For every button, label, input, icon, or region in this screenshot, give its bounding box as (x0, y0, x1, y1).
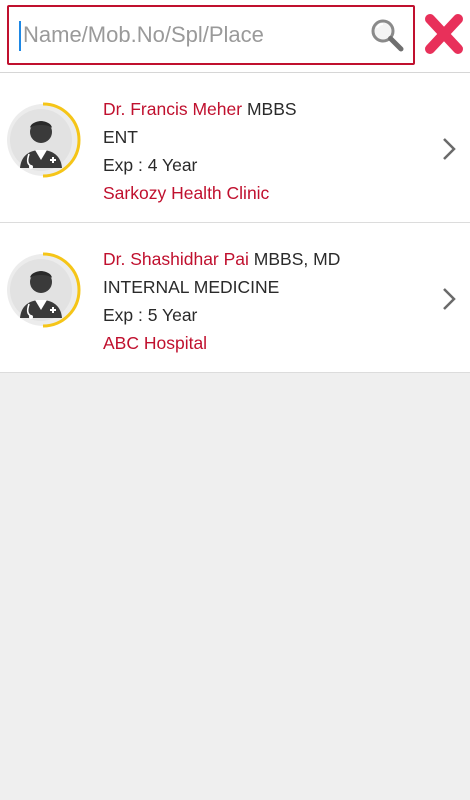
doctor-avatar-icon (7, 102, 81, 178)
search-icon[interactable] (369, 17, 405, 53)
chevron-right-icon[interactable] (440, 136, 458, 162)
doctor-specialty: ENT (103, 127, 138, 147)
chevron-right-icon[interactable] (440, 286, 458, 312)
doctor-details: Dr. Francis Meher MBBS ENT Exp : 4 Year … (103, 95, 423, 207)
doctor-clinic: ABC Hospital (103, 333, 208, 353)
doctor-list: Dr. Francis Meher MBBS ENT Exp : 4 Year … (0, 73, 470, 373)
doctor-degree: MBBS (246, 99, 297, 119)
doctor-name: Dr. Shashidhar Pai (103, 249, 249, 269)
doctor-experience: Exp : 5 Year (103, 305, 198, 325)
doctor-experience: Exp : 4 Year (103, 155, 198, 175)
text-caret (19, 21, 21, 51)
doctor-avatar-icon (7, 252, 81, 328)
search-box[interactable] (7, 5, 415, 65)
doctor-row[interactable]: Dr. Francis Meher MBBS ENT Exp : 4 Year … (0, 73, 470, 223)
search-input[interactable] (23, 15, 363, 55)
doctor-details: Dr. Shashidhar Pai MBBS, MD INTERNAL MED… (103, 245, 423, 357)
doctor-name: Dr. Francis Meher (103, 99, 243, 119)
doctor-clinic: Sarkozy Health Clinic (103, 183, 270, 203)
search-bar (0, 0, 470, 73)
doctor-row[interactable]: Dr. Shashidhar Pai MBBS, MD INTERNAL MED… (0, 223, 470, 373)
doctor-degree: MBBS, MD (253, 249, 341, 269)
doctor-specialty: INTERNAL MEDICINE (103, 277, 280, 297)
close-icon[interactable] (421, 10, 467, 58)
